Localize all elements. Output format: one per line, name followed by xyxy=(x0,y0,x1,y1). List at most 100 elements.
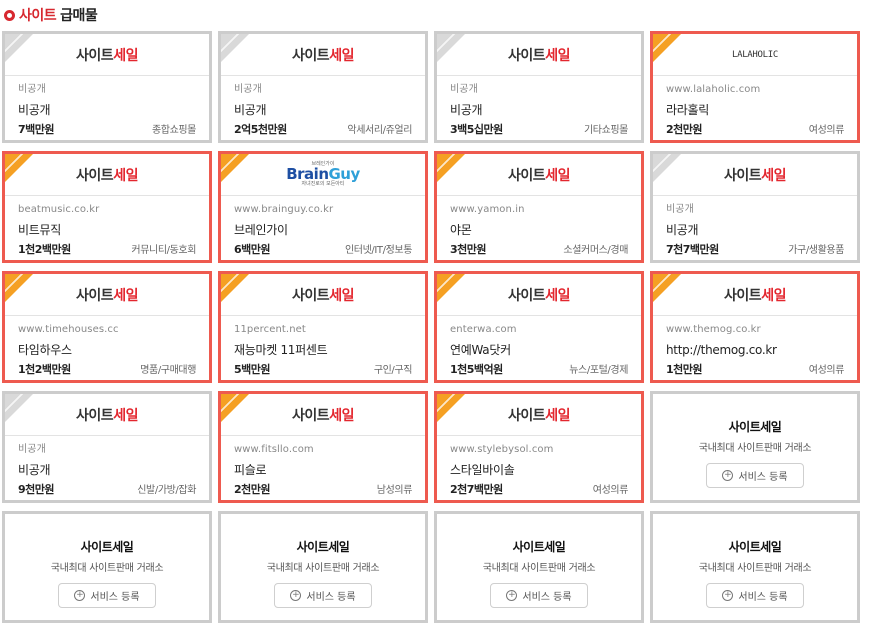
listing-card[interactable]: 사이트세일 비공개 비공개 9천만원 신발/가방/잡화 xyxy=(2,391,212,503)
listing-card[interactable]: 사이트세일 www.themog.co.kr http://themog.co.kr… xyxy=(650,271,860,383)
listing-logo-area: 사이트세일 xyxy=(5,274,209,316)
listing-name[interactable]: http://themog.co.kr xyxy=(666,342,844,359)
listing-logo-area: 브레인가이 BrainGuy 자녀진로의 모든아티 xyxy=(221,154,425,196)
listing-card[interactable]: 사이트세일 beatmusic.co.kr 비트뮤직 1천2백만원 커뮤니티/동호회 xyxy=(2,151,212,263)
listing-price: 3백5십만원 xyxy=(450,122,503,136)
listing-url: 비공개 xyxy=(666,204,694,215)
listing-category: 가구/생활용품 xyxy=(788,245,844,256)
listing-price: 2천7백만원 xyxy=(450,482,503,496)
listing-name[interactable]: 스타일바이솔 xyxy=(450,462,628,479)
listing-category: 명품/구매대행 xyxy=(140,365,196,376)
listing-url: 비공개 xyxy=(18,444,46,455)
listing-card[interactable]: 사이트세일 11percent.net 재능마켓 11퍼센트 5백만원 구인/구직 xyxy=(218,271,428,383)
listing-details: enterwa.com 연예Wa닷커 1천5백억원 뉴스/포털/경제 xyxy=(437,316,641,376)
register-service-button[interactable]: + 서비스 등록 xyxy=(706,583,804,608)
site-logo: 사이트세일 xyxy=(508,405,570,425)
listing-details: www.brainguy.co.kr 브레인가이 6백만원 인터넷/IT/정보통 xyxy=(221,196,425,256)
listing-card[interactable]: 사이트세일 비공개 비공개 7백만원 종합쇼핑몰 xyxy=(2,31,212,143)
register-service-button[interactable]: + 서비스 등록 xyxy=(706,463,804,488)
promo-subtitle: 국내최대 사이트판매 거래소 xyxy=(482,563,596,574)
register-service-button[interactable]: + 서비스 등록 xyxy=(490,583,588,608)
listing-url: enterwa.com xyxy=(450,324,517,335)
listing-card[interactable]: 사이트세일 www.stylebysol.com 스타일바이솔 2천7백만원 여성의류 xyxy=(434,391,644,503)
listing-name[interactable]: 연예Wa닷커 xyxy=(450,342,628,359)
listing-card[interactable]: 브레인가이 BrainGuy 자녀진로의 모든아티 www.brainguy.co.k… xyxy=(218,151,428,263)
listing-url: 비공개 xyxy=(18,84,46,95)
section-title-highlight: 사이트 xyxy=(19,8,57,24)
listing-details: www.lalaholic.com 라라홀릭 2천만원 여성의류 xyxy=(653,76,857,136)
listing-details: 비공개 비공개 2억5천만원 악세서리/쥬얼리 xyxy=(221,76,425,136)
listing-details: 비공개 비공개 7천7백만원 가구/생활용품 xyxy=(653,196,857,256)
listing-logo-area: 사이트세일 xyxy=(437,274,641,316)
register-service-button[interactable]: + 서비스 등록 xyxy=(58,583,156,608)
site-logo: 브레인가이 BrainGuy 자녀진로의 모든아티 xyxy=(286,162,360,187)
listing-category: 기타쇼핑몰 xyxy=(583,125,628,136)
register-service-label: 서비스 등록 xyxy=(522,592,572,603)
listing-name[interactable]: 야몬 xyxy=(450,222,628,239)
listing-category: 인터넷/IT/정보통 xyxy=(345,245,412,256)
listing-logo-area: LALAHOLIC xyxy=(653,34,857,76)
listing-category: 종합쇼핑몰 xyxy=(151,125,196,136)
promo-card: 사이트세일 국내최대 사이트판매 거래소 + 서비스 등록 xyxy=(650,511,860,623)
site-logo: LALAHOLIC xyxy=(731,49,779,60)
listing-url: 비공개 xyxy=(234,84,262,95)
logo-part: 사이트 xyxy=(508,287,546,304)
listing-price: 7백만원 xyxy=(18,122,55,136)
listing-card[interactable]: 사이트세일 enterwa.com 연예Wa닷커 1천5백억원 뉴스/포털/경제 xyxy=(434,271,644,383)
listing-card[interactable]: 사이트세일 www.timehouses.cc 타임하우스 1천2백만원 명품/구매대행 xyxy=(2,271,212,383)
listing-details: www.fitsllo.com 피슬로 2천만원 남성의류 xyxy=(221,436,425,496)
listing-card[interactable]: 사이트세일 www.fitsllo.com 피슬로 2천만원 남성의류 xyxy=(218,391,428,503)
listing-card[interactable]: 사이트세일 비공개 비공개 7천7백만원 가구/생활용품 xyxy=(650,151,860,263)
logo-part: 세일 xyxy=(113,407,138,424)
listing-name[interactable]: 비공개 xyxy=(450,102,628,119)
listing-name[interactable]: 비공개 xyxy=(18,462,196,479)
register-service-button[interactable]: + 서비스 등록 xyxy=(274,583,372,608)
listing-price: 2천만원 xyxy=(666,122,703,136)
listing-grid: 사이트세일 비공개 비공개 7백만원 종합쇼핑몰 사이트세일 비공개 비공개 2억5천만원 악세서… xyxy=(2,31,860,623)
listing-category: 소셜커머스/경매 xyxy=(563,245,628,256)
promo-subtitle: 국내최대 사이트판매 거래소 xyxy=(698,443,812,454)
plus-circle-icon: + xyxy=(722,470,734,481)
listing-price: 3천만원 xyxy=(450,242,487,256)
listing-details: 비공개 비공개 9천만원 신발/가방/잡화 xyxy=(5,436,209,496)
listing-card[interactable]: 사이트세일 비공개 비공개 3백5십만원 기타쇼핑몰 xyxy=(434,31,644,143)
listing-logo-area: 사이트세일 xyxy=(5,154,209,196)
listing-name[interactable]: 비공개 xyxy=(18,102,196,119)
promo-subtitle: 국내최대 사이트판매 거래소 xyxy=(698,563,812,574)
listing-card[interactable]: 사이트세일 비공개 비공개 2억5천만원 악세서리/쥬얼리 xyxy=(218,31,428,143)
promo-subtitle: 국내최대 사이트판매 거래소 xyxy=(266,563,380,574)
listing-url: 11percent.net xyxy=(234,324,306,335)
site-logo: 사이트세일 xyxy=(508,285,570,305)
register-service-label: 서비스 등록 xyxy=(306,592,356,603)
listing-card[interactable]: 사이트세일 www.yamon.in 야몬 3천만원 소셜커머스/경매 xyxy=(434,151,644,263)
logo-part: 세일 xyxy=(545,167,570,184)
logo-part: 사이트 xyxy=(508,167,546,184)
listing-price: 1천만원 xyxy=(666,362,703,376)
listing-name[interactable]: 비공개 xyxy=(666,222,844,239)
listing-name[interactable]: 피슬로 xyxy=(234,462,412,479)
logo-part: 사이트 xyxy=(76,407,114,424)
listing-name[interactable]: 비공개 xyxy=(234,102,412,119)
promo-title: 사이트세일 xyxy=(512,540,566,554)
listing-price: 6백만원 xyxy=(234,242,271,256)
listing-price: 9천만원 xyxy=(18,482,55,496)
site-logo: 사이트세일 xyxy=(292,285,354,305)
listing-url: beatmusic.co.kr xyxy=(18,204,100,215)
listing-name[interactable]: 재능마켓 11퍼센트 xyxy=(234,342,412,359)
listing-card[interactable]: LALAHOLIC www.lalaholic.com 라라홀릭 2천만원 여성의류 xyxy=(650,31,860,143)
listing-name[interactable]: 타임하우스 xyxy=(18,342,196,359)
listing-name[interactable]: 비트뮤직 xyxy=(18,222,196,239)
listing-logo-area: 사이트세일 xyxy=(437,154,641,196)
listing-name[interactable]: 브레인가이 xyxy=(234,222,412,239)
listing-url: www.fitsllo.com xyxy=(234,444,314,455)
plus-circle-icon: + xyxy=(722,590,734,601)
plus-circle-icon: + xyxy=(506,590,518,601)
logo-part: 사이트 xyxy=(76,167,114,184)
listing-url: www.lalaholic.com xyxy=(666,84,761,95)
listing-details: www.stylebysol.com 스타일바이솔 2천7백만원 여성의류 xyxy=(437,436,641,496)
listing-logo-area: 사이트세일 xyxy=(437,34,641,76)
logo-part: 세일 xyxy=(113,287,138,304)
logo-part: 사이트 xyxy=(724,287,762,304)
site-logo: 사이트세일 xyxy=(76,45,138,65)
listing-name[interactable]: 라라홀릭 xyxy=(666,102,844,119)
